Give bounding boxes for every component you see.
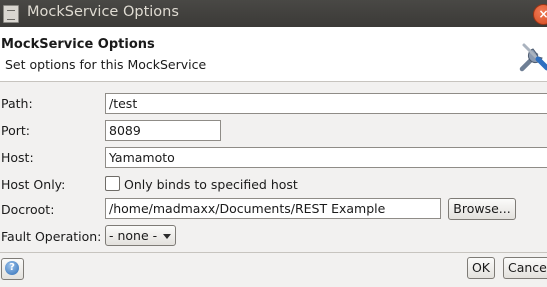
- header-title: MockService Options: [1, 37, 155, 52]
- header-description: Set options for this MockService: [5, 57, 207, 72]
- ok-button[interactable]: OK: [467, 257, 495, 279]
- cancel-button[interactable]: Cancel: [503, 257, 547, 279]
- close-button[interactable]: ×: [533, 4, 547, 25]
- footer-separator: [0, 252, 547, 253]
- fault-operation-select[interactable]: - none -: [105, 225, 176, 246]
- help-icon: ?: [5, 261, 19, 275]
- window-title: MockService Options: [27, 4, 179, 20]
- help-button[interactable]: ?: [1, 258, 24, 280]
- path-input[interactable]: [105, 93, 547, 114]
- port-input[interactable]: [105, 120, 221, 141]
- host-only-label: Host Only:: [1, 177, 66, 192]
- tools-icon: [519, 43, 547, 72]
- docroot-input[interactable]: [105, 198, 441, 219]
- browse-button[interactable]: Browse...: [448, 198, 516, 220]
- window-titlebar: MockService Options ×: [0, 0, 547, 27]
- docroot-label: Docroot:: [1, 202, 55, 217]
- host-only-checkbox-label[interactable]: Only binds to specified host: [124, 177, 298, 192]
- host-label: Host:: [1, 150, 34, 165]
- port-label: Port:: [1, 123, 30, 138]
- fault-operation-value: - none -: [109, 228, 158, 243]
- host-only-checkbox[interactable]: [105, 176, 120, 191]
- path-label: Path:: [1, 96, 33, 111]
- host-input[interactable]: [105, 147, 547, 168]
- window-icon: [3, 5, 19, 23]
- fault-operation-label: Fault Operation:: [1, 229, 102, 244]
- dialog-header: MockService Options Set options for this…: [0, 27, 547, 82]
- chevron-down-icon: [163, 234, 171, 239]
- close-icon: ×: [538, 7, 547, 21]
